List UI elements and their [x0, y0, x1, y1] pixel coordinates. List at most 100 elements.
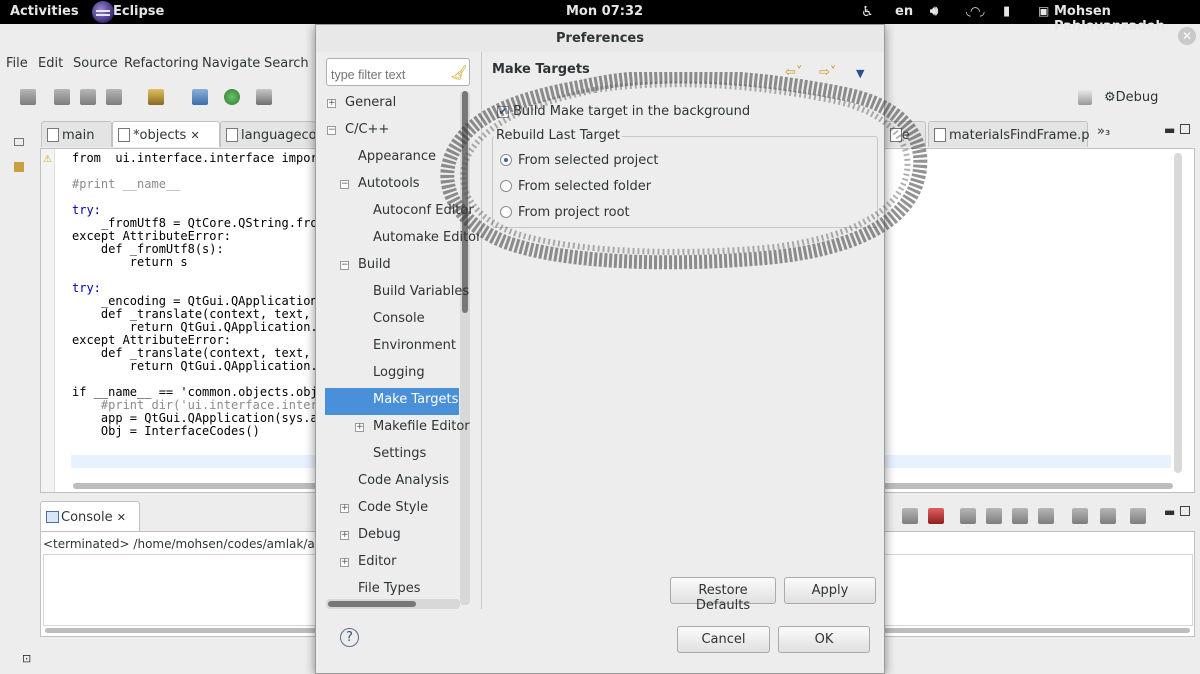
menu-navigate[interactable]: Navigate — [202, 56, 260, 71]
tree-item-editor[interactable]: + Editor — [325, 550, 459, 577]
print-icon[interactable] — [106, 89, 122, 105]
collapse-icon[interactable]: − — [340, 261, 349, 270]
wifi-icon[interactable]: ◟◠◞ — [966, 4, 985, 18]
user-menu[interactable]: Mohsen Pahlevanzadeh — [1054, 4, 1200, 34]
menu-edit[interactable]: Edit — [38, 56, 63, 71]
external-tools-icon[interactable] — [256, 89, 272, 105]
menu-search[interactable]: Search — [264, 56, 309, 71]
tree-item-build[interactable]: − Build — [325, 253, 459, 280]
menu-file[interactable]: File — [6, 56, 28, 71]
radio-from-project-root[interactable] — [500, 206, 512, 218]
radio-from-selected-folder[interactable] — [500, 180, 512, 192]
back-arrow-icon[interactable]: ⇦˅ — [785, 65, 802, 80]
tree-item-autotools[interactable]: − Autotools — [325, 172, 459, 199]
cancel-button[interactable]: Cancel — [677, 626, 770, 653]
tab-materialsfindframe[interactable]: materialsFindFrame.p — [928, 121, 1090, 147]
tree-item-logging[interactable]: Logging — [325, 361, 459, 388]
apply-button[interactable]: Apply — [784, 577, 876, 604]
collapse-icon[interactable]: − — [340, 180, 349, 189]
app-menu-label[interactable]: Eclipse — [113, 4, 164, 19]
collapse-icon[interactable]: − — [327, 126, 336, 135]
expand-icon[interactable]: + — [327, 99, 336, 108]
tab-main[interactable]: main — [41, 121, 112, 147]
restore-defaults-button[interactable]: Restore Defaults — [670, 577, 776, 613]
tree-item-build-variables[interactable]: Build Variables — [325, 280, 469, 307]
tree-item-general[interactable]: + General — [325, 91, 459, 118]
volume-icon[interactable]: 🔊︎ — [930, 4, 938, 19]
editor-vertical-scrollbar[interactable] — [1174, 153, 1182, 473]
tree-item-makefile-editor[interactable]: + Makefile Editor — [325, 415, 470, 442]
expand-icon[interactable]: + — [340, 531, 349, 540]
console-new-icon[interactable] — [1130, 508, 1146, 524]
outline-icon[interactable] — [14, 162, 24, 172]
expand-icon[interactable]: + — [340, 504, 349, 513]
tree-item-debug[interactable]: + Debug — [325, 523, 459, 550]
tree-item-label: Makefile Editor — [373, 419, 470, 434]
tree-item-label: Autotools — [358, 176, 420, 191]
maximize-icon[interactable] — [1180, 124, 1190, 134]
tab-me[interactable]: me — [884, 121, 926, 147]
console-clear-icon[interactable] — [902, 508, 918, 524]
menu-refactoring[interactable]: Refactoring — [124, 56, 199, 71]
tree-item-settings[interactable]: Settings — [325, 442, 459, 469]
clear-filter-icon[interactable]: 🧹︎ — [450, 65, 468, 81]
expand-icon[interactable]: + — [355, 423, 364, 432]
tree-item-autoconf-editor[interactable]: Autoconf Editor — [325, 199, 474, 226]
open-perspective-icon[interactable] — [1078, 89, 1092, 105]
run-icon[interactable] — [224, 89, 240, 105]
console-show-on-output-icon[interactable] — [1012, 508, 1028, 524]
build-background-checkbox[interactable]: ✔ — [497, 106, 509, 118]
status-bar-icon[interactable]: ⊡ — [22, 652, 31, 665]
radio-from-selected-project[interactable] — [500, 154, 512, 166]
ok-button[interactable]: OK — [778, 626, 870, 653]
console-display-icon[interactable] — [1100, 508, 1116, 524]
activities-button[interactable]: Activities — [10, 4, 79, 19]
restore-icon[interactable] — [14, 138, 24, 146]
forward-arrow-icon[interactable]: ⇨˅ — [819, 65, 836, 80]
pane-separator[interactable] — [481, 52, 482, 609]
input-language[interactable]: en — [895, 4, 913, 19]
tree-item-environment[interactable]: Environment — [325, 334, 459, 361]
menu-source[interactable]: Source — [73, 56, 118, 71]
close-icon[interactable]: ✕ — [190, 129, 199, 142]
new-icon[interactable] — [20, 89, 36, 105]
tab-console[interactable]: Console ✕ — [40, 501, 140, 531]
tree-item-console[interactable]: Console — [325, 307, 459, 334]
tree-item-label: Make Targets — [373, 392, 459, 407]
save-all-icon[interactable] — [80, 89, 96, 105]
view-menu-icon[interactable]: ▼ — [856, 67, 864, 80]
tree-item-appearance[interactable]: Appearance — [325, 145, 459, 172]
save-icon[interactable] — [54, 89, 70, 105]
minimize-icon[interactable]: ▬ — [1164, 123, 1175, 137]
perspective-debug[interactable]: ⚙Debug — [1104, 90, 1158, 105]
debug-icon[interactable] — [192, 89, 208, 105]
window-close-icon[interactable]: ✕ — [1178, 27, 1196, 45]
console-terminate-icon[interactable] — [928, 508, 944, 524]
close-icon[interactable]: ✕ — [117, 511, 126, 524]
more-tabs-indicator[interactable]: »₃ — [1097, 124, 1110, 139]
tree-item-code-style[interactable]: + Code Style — [325, 496, 459, 523]
expand-icon[interactable]: + — [340, 558, 349, 567]
console-show-on-error-icon[interactable] — [1038, 508, 1054, 524]
console-pin-icon[interactable] — [1072, 508, 1088, 524]
tree-horizontal-scrollbar[interactable] — [328, 601, 416, 607]
tree-item-code-analysis[interactable]: Code Analysis — [325, 469, 459, 496]
battery-icon[interactable]: ▮ — [1003, 4, 1010, 19]
tab-languagecode[interactable]: languagecode — [220, 121, 316, 147]
help-icon[interactable]: ? — [340, 628, 359, 647]
tree-item-c-c-[interactable]: − C/C++ — [325, 118, 459, 145]
accessibility-icon[interactable]: ♿ — [861, 4, 874, 20]
console-maximize-icon[interactable] — [1180, 506, 1190, 516]
clock[interactable]: Mon 07:32 — [566, 4, 643, 19]
tree-item-make-targets[interactable]: Make Targets — [325, 388, 459, 415]
console-remove-icon[interactable] — [960, 508, 976, 524]
console-minimize-icon[interactable]: ▬ — [1164, 505, 1175, 519]
build-icon[interactable] — [148, 89, 164, 105]
tab-objects[interactable]: *objects ✕ — [112, 121, 220, 147]
tab-main-label: main — [62, 128, 95, 143]
tree-item-automake-editor[interactable]: Automake Editor — [325, 226, 479, 253]
filter-input[interactable] — [326, 58, 470, 86]
tree-item-file-types[interactable]: File Types — [325, 577, 459, 601]
console-scroll-lock-icon[interactable] — [986, 508, 1002, 524]
